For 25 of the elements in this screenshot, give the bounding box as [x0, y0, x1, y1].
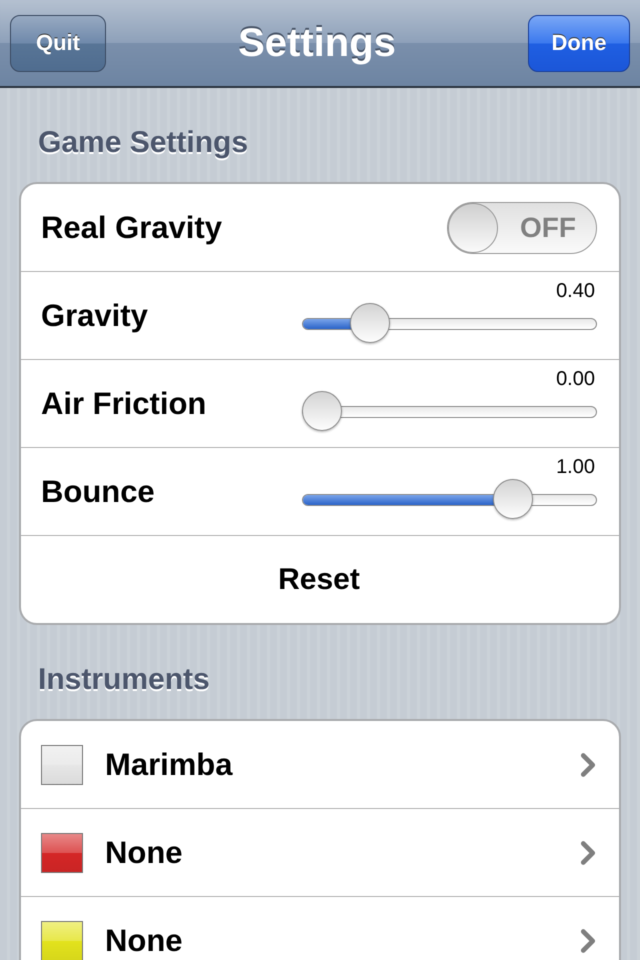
- instrument-label: Marimba: [105, 746, 232, 782]
- reset-button[interactable]: Reset: [278, 562, 360, 596]
- setting-label: Real Gravity: [41, 210, 222, 246]
- setting-label: Bounce: [41, 474, 155, 510]
- section-header: Instruments: [37, 662, 211, 698]
- instrument-row[interactable]: None: [21, 809, 619, 897]
- instrument-row[interactable]: Marimba: [21, 721, 619, 809]
- chevron-icon: [579, 752, 597, 778]
- setting-label: Gravity: [41, 298, 148, 334]
- instrument-label: None: [105, 922, 182, 958]
- done-button[interactable]: Done: [528, 14, 630, 72]
- instrument-row[interactable]: None: [21, 897, 619, 960]
- instrument-label: None: [105, 834, 182, 870]
- setting-label: Air Friction: [41, 386, 206, 422]
- screen-title: Settings: [238, 20, 396, 66]
- chevron-icon: [579, 840, 597, 866]
- slider-value: 0.00: [556, 368, 595, 391]
- chevron-icon: [579, 928, 597, 954]
- quit-button[interactable]: Quit: [10, 14, 106, 72]
- slider[interactable]: [302, 391, 597, 431]
- slider-value: 1.00: [556, 456, 595, 479]
- slider[interactable]: [302, 479, 597, 519]
- slider[interactable]: [302, 303, 597, 343]
- section-header: Game Settings: [37, 125, 250, 161]
- slider-value: 0.40: [556, 280, 595, 303]
